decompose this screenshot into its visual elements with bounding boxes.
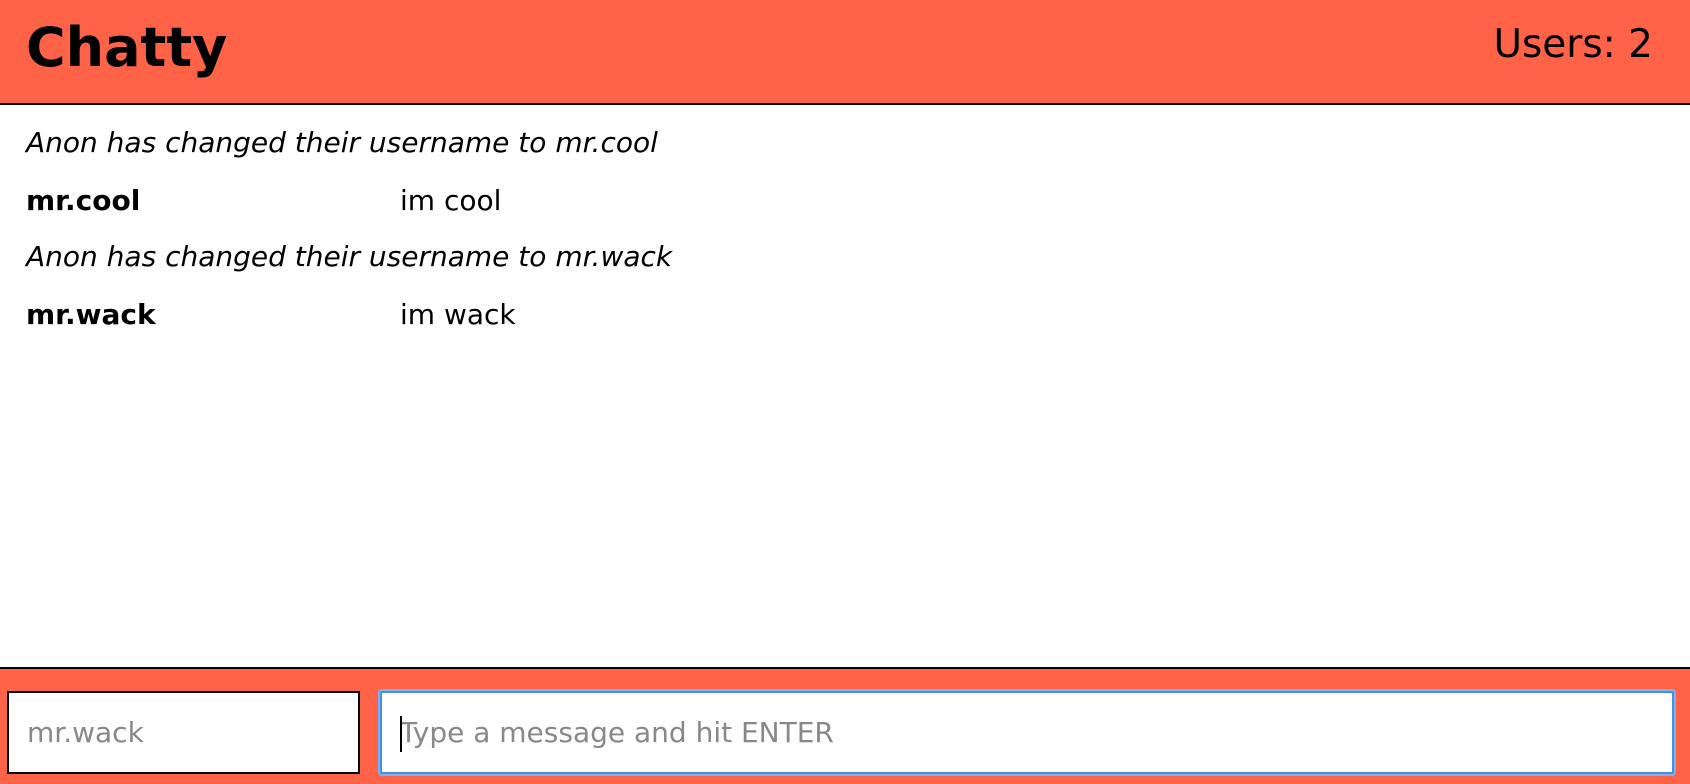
chatty-app: Chatty Users: 2 Anon has changed their u… xyxy=(0,0,1690,784)
chat-message: mr.cool im cool xyxy=(26,179,626,223)
app-brand[interactable]: Chatty xyxy=(26,12,227,84)
navbar: Chatty Users: 2 xyxy=(0,0,1690,105)
message-content: im wack xyxy=(400,298,516,331)
username-input[interactable] xyxy=(7,691,360,774)
system-notification: Anon has changed their username to mr.wa… xyxy=(26,240,673,273)
message-username: mr.cool xyxy=(26,184,141,217)
chat-message: mr.wack im wack xyxy=(26,293,626,337)
message-username: mr.wack xyxy=(26,298,156,331)
message-list: Anon has changed their username to mr.co… xyxy=(0,105,1690,668)
system-notification: Anon has changed their username to mr.co… xyxy=(26,126,658,159)
message-content: im cool xyxy=(400,184,502,217)
message-input[interactable] xyxy=(380,691,1674,774)
user-count: Users: 2 xyxy=(1493,22,1653,67)
text-caret xyxy=(400,716,402,752)
chat-bar xyxy=(0,667,1690,784)
